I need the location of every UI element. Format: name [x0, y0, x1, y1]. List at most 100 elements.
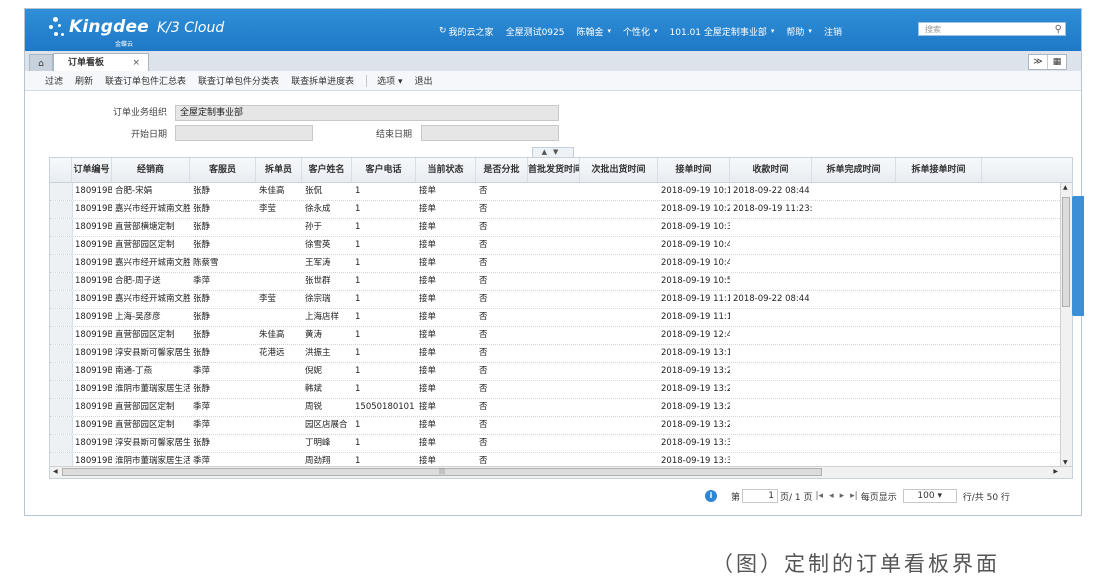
table-cell[interactable]	[580, 201, 658, 218]
table-cell[interactable]	[528, 399, 580, 416]
table-cell[interactable]	[528, 219, 580, 236]
table-cell[interactable]: 徐宗瑞	[302, 291, 352, 308]
row-selector[interactable]	[50, 327, 73, 344]
table-cell[interactable]: 张静	[190, 345, 256, 362]
table-cell[interactable]	[812, 435, 896, 452]
table-cell[interactable]: 2018-09-19 10:43	[658, 237, 730, 254]
table-row[interactable]: 180919BZ012淮阴市董瑞家居生活张静 韩斌1接单否 2018-09-19 1…	[50, 381, 1060, 399]
end-date-field[interactable]	[421, 125, 559, 141]
toolbar-button[interactable]: 联查订单包件汇总表	[105, 74, 186, 87]
table-cell[interactable]	[528, 291, 580, 308]
table-cell[interactable]	[256, 255, 302, 272]
table-cell[interactable]	[528, 255, 580, 272]
table-cell[interactable]: 洪振主	[302, 345, 352, 362]
row-selector[interactable]	[50, 183, 73, 200]
column-header[interactable]: 是否分批	[476, 158, 528, 182]
table-row[interactable]: 180919BZ013直营部园区定制季萍 周锐15050180101接单否 2018…	[50, 399, 1060, 417]
table-cell[interactable]: 1	[352, 219, 416, 236]
per-page-select[interactable]: 100 ▾	[902, 489, 957, 503]
scroll-left-icon[interactable]: ◀	[53, 468, 58, 475]
table-cell[interactable]: 180919BZ013	[72, 399, 112, 416]
table-cell[interactable]: 180919BZ002	[72, 201, 112, 218]
table-cell[interactable]: 否	[476, 183, 528, 200]
table-cell[interactable]: 否	[476, 291, 528, 308]
row-selector[interactable]	[50, 201, 73, 218]
table-cell[interactable]	[580, 435, 658, 452]
top-nav-item[interactable]: 101.01 全屋定制事业部 ▾	[670, 25, 775, 38]
table-cell[interactable]: 否	[476, 237, 528, 254]
row-selector[interactable]	[50, 417, 73, 434]
table-cell[interactable]: 180919BZ005	[72, 255, 112, 272]
toolbar-button[interactable]: 退出	[414, 74, 432, 87]
table-cell[interactable]	[256, 381, 302, 398]
top-nav-item[interactable]: 注销	[824, 25, 842, 38]
table-cell[interactable]: 180919BZ012	[72, 381, 112, 398]
table-cell[interactable]: 否	[476, 345, 528, 362]
table-cell[interactable]: 否	[476, 309, 528, 326]
table-cell[interactable]	[896, 309, 982, 326]
table-cell[interactable]	[730, 219, 812, 236]
table-cell[interactable]: 嘉兴市经开城南文胜	[112, 291, 190, 308]
table-cell[interactable]: 否	[476, 255, 528, 272]
table-cell[interactable]: 倪妮	[302, 363, 352, 380]
table-cell[interactable]: 直营部园区定制	[112, 417, 190, 434]
table-row[interactable]: 180919BZ009直营部园区定制张静朱佳高黄涛1接单否 2018-09-19 …	[50, 327, 1060, 345]
table-cell[interactable]: 直营部横塘定制	[112, 219, 190, 236]
column-header[interactable]: 经销商	[112, 158, 190, 182]
table-cell[interactable]	[528, 183, 580, 200]
row-selector[interactable]	[50, 381, 73, 398]
table-cell[interactable]: 否	[476, 417, 528, 434]
start-date-field[interactable]	[175, 125, 313, 141]
search-icon[interactable]: ⚲	[1055, 23, 1062, 37]
top-nav-item[interactable]: ↻ 我的云之家	[439, 25, 494, 38]
info-icon[interactable]: i	[705, 490, 717, 502]
table-cell[interactable]	[730, 327, 812, 344]
row-selector[interactable]	[50, 273, 73, 290]
table-cell[interactable]: 陈蔡雪	[190, 255, 256, 272]
table-cell[interactable]: 张世群	[302, 273, 352, 290]
table-cell[interactable]	[580, 237, 658, 254]
table-cell[interactable]: 季萍	[190, 417, 256, 434]
row-selector[interactable]	[50, 255, 73, 272]
table-cell[interactable]	[896, 345, 982, 362]
scroll-up-icon[interactable]: ▲	[1063, 184, 1068, 191]
column-header[interactable]: 客服员	[190, 158, 256, 182]
table-cell[interactable]	[812, 417, 896, 434]
table-cell[interactable]: 接单	[416, 417, 476, 434]
table-cell[interactable]: 2018-09-19 11:23:	[730, 201, 812, 218]
table-cell[interactable]	[896, 435, 982, 452]
last-page-icon[interactable]: ▸|	[850, 491, 858, 501]
table-cell[interactable]	[580, 363, 658, 380]
table-cell[interactable]: 淳安县斯可馨家居生	[112, 435, 190, 452]
table-cell[interactable]: 接单	[416, 183, 476, 200]
table-cell[interactable]: 张静	[190, 201, 256, 218]
table-cell[interactable]: 直营部园区定制	[112, 327, 190, 344]
table-cell[interactable]: 1	[352, 183, 416, 200]
table-cell[interactable]: 2018-09-22 08:44	[730, 183, 812, 200]
table-row[interactable]: 180919BZ011南通-丁燕季萍 倪妮1接单否 2018-09-19 13:22	[50, 363, 1060, 381]
table-cell[interactable]	[812, 219, 896, 236]
table-cell[interactable]	[580, 219, 658, 236]
table-cell[interactable]: 张静	[190, 183, 256, 200]
table-cell[interactable]: 接单	[416, 309, 476, 326]
row-selector[interactable]	[50, 345, 73, 362]
table-cell[interactable]: 孙于	[302, 219, 352, 236]
table-cell[interactable]: 2018-09-19 10:48	[658, 255, 730, 272]
table-cell[interactable]	[730, 309, 812, 326]
table-cell[interactable]: 否	[476, 399, 528, 416]
table-cell[interactable]: 否	[476, 273, 528, 290]
side-panel-tab[interactable]	[1072, 196, 1084, 316]
table-cell[interactable]	[812, 345, 896, 362]
table-cell[interactable]: 周锐	[302, 399, 352, 416]
table-cell[interactable]: 否	[476, 381, 528, 398]
row-selector[interactable]	[50, 237, 73, 254]
table-cell[interactable]: 季萍	[190, 399, 256, 416]
table-cell[interactable]	[730, 363, 812, 380]
table-cell[interactable]	[812, 291, 896, 308]
table-cell[interactable]	[580, 327, 658, 344]
table-cell[interactable]: 否	[476, 327, 528, 344]
vertical-scroll-thumb[interactable]	[1062, 197, 1070, 307]
table-cell[interactable]: 接单	[416, 291, 476, 308]
table-cell[interactable]: 否	[476, 435, 528, 452]
table-cell[interactable]	[812, 327, 896, 344]
